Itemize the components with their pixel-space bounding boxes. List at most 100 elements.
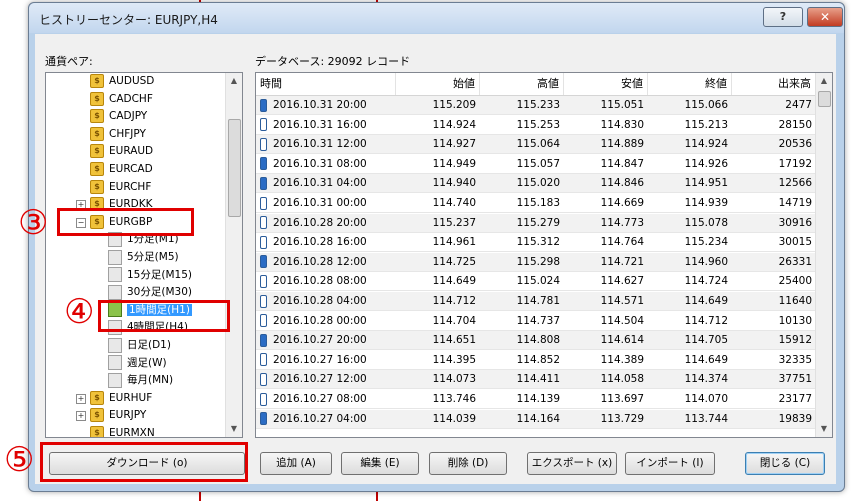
- tree-scroll-thumb[interactable]: [228, 119, 241, 217]
- table-row[interactable]: 2016.10.28 00:00 114.704 114.737 114.504 114…: [256, 312, 816, 331]
- table-row[interactable]: 2016.10.31 20:00 115.209 115.233 115.051 115…: [256, 96, 816, 115]
- tree-symbol-item[interactable]: $ EURMXN: [90, 425, 155, 437]
- tree-timeframe-item[interactable]: 30分足(M30): [108, 284, 192, 301]
- tree-symbol-item[interactable]: $ EURCHF: [90, 179, 151, 196]
- tree-symbol-item[interactable]: $ EURCAD: [90, 161, 153, 178]
- export-button[interactable]: エクスポート (x): [527, 452, 617, 475]
- tree-item-label: 15分足(M15): [127, 268, 192, 281]
- table-row[interactable]: 2016.10.27 12:00 114.073 114.411 114.058 114…: [256, 370, 816, 390]
- table-row[interactable]: 2016.10.28 20:00 115.237 115.279 114.773 115…: [256, 213, 816, 233]
- tree-timeframe-item[interactable]: 週足(W): [108, 355, 167, 372]
- tree-symbol-item[interactable]: $ EURAUD: [90, 143, 153, 160]
- column-header[interactable]: 高値: [480, 73, 564, 95]
- table-row[interactable]: 2016.10.27 08:00 113.746 114.139 113.697 114…: [256, 390, 816, 409]
- value-cell: 20536: [778, 138, 812, 151]
- table-row[interactable]: 2016.10.31 00:00 114.740 115.183 114.669 114…: [256, 194, 816, 213]
- time-cell: 2016.10.27 04:00: [256, 410, 396, 429]
- cell-text: 2016.10.27 04:00: [273, 412, 367, 425]
- tree-timeframe-item[interactable]: 5分足(M5): [108, 249, 179, 266]
- title-bar: ヒストリーセンター: EURJPY,H4 ? ✕: [29, 3, 844, 33]
- tree-symbol-item[interactable]: $ AUDUSD: [90, 73, 154, 90]
- value-cell: 114.627: [600, 275, 644, 288]
- add-button[interactable]: 追加 (A): [260, 452, 332, 475]
- value-cell: 114.924: [432, 118, 476, 131]
- time-cell: 2016.10.27 20:00: [256, 331, 396, 350]
- column-header[interactable]: 出来高: [732, 73, 816, 95]
- value-cell: 115.253: [516, 118, 560, 131]
- highlight-download: [40, 442, 248, 482]
- expand-icon[interactable]: +: [76, 411, 86, 422]
- value-cell: 2477: [785, 99, 812, 111]
- annotation-number-5: ⑤: [4, 440, 35, 480]
- time-cell: 2016.10.31 04:00: [256, 174, 396, 193]
- tree-item-label: CHFJPY: [109, 127, 146, 140]
- table-row[interactable]: 2016.10.27 16:00 114.395 114.852 114.389 114…: [256, 351, 816, 370]
- candle-icon: [260, 333, 267, 347]
- help-button[interactable]: ?: [763, 7, 803, 27]
- tree-timeframe-item[interactable]: 日足(D1): [108, 337, 171, 354]
- cell-text: 2016.10.31 20:00: [273, 99, 367, 111]
- value-cell: 114.411: [516, 373, 560, 386]
- tree-symbol-item[interactable]: $ EURHUF: [90, 390, 152, 407]
- value-cell: 11640: [778, 295, 812, 307]
- close-window-button[interactable]: ✕: [807, 7, 843, 27]
- cell-text: 2016.10.27 12:00: [273, 373, 367, 386]
- currency-coin-icon: $: [90, 74, 104, 88]
- value-cell: 114.889: [600, 138, 644, 151]
- tree-timeframe-item[interactable]: 毎月(MN): [108, 372, 173, 389]
- table-row[interactable]: 2016.10.31 16:00 114.924 115.253 114.830 115…: [256, 116, 816, 135]
- column-header[interactable]: 安値: [564, 73, 648, 95]
- table-row[interactable]: 2016.10.28 04:00 114.712 114.781 114.571 114…: [256, 292, 816, 311]
- tree-symbol-item[interactable]: $ EURJPY: [90, 407, 146, 424]
- table-row[interactable]: 2016.10.31 12:00 114.927 115.064 114.889 114…: [256, 135, 816, 155]
- cell-text: 2016.10.28 08:00: [273, 275, 367, 288]
- value-cell: 23177: [778, 393, 812, 405]
- value-cell: 115.237: [432, 216, 476, 229]
- table-scroll-thumb[interactable]: [818, 91, 831, 107]
- symbol-tree[interactable]: $ AUDUSD $ CADCHF $ CADJPY $ CHFJPY $ EURAUD $ EURC…: [45, 72, 243, 438]
- tree-scrollbar[interactable]: ▲ ▼: [225, 73, 242, 437]
- window-title: ヒストリーセンター: EURJPY,H4: [39, 13, 218, 27]
- table-row[interactable]: 2016.10.28 12:00 114.725 115.298 114.721 114…: [256, 252, 816, 272]
- tree-symbol-item[interactable]: $ CHFJPY: [90, 126, 146, 143]
- column-header[interactable]: 始値: [396, 73, 480, 95]
- table-scrollbar[interactable]: ▲ ▼: [815, 73, 832, 437]
- value-cell: 115.024: [516, 275, 560, 288]
- table-row[interactable]: 2016.10.31 08:00 114.949 115.057 114.847 114…: [256, 155, 816, 174]
- tree-item-label: EURJPY: [109, 409, 147, 422]
- value-cell: 114.571: [600, 295, 644, 307]
- table-row[interactable]: 2016.10.27 20:00 114.651 114.808 114.614 114…: [256, 331, 816, 351]
- scroll-up-icon[interactable]: ▲: [816, 73, 832, 89]
- table-row[interactable]: 2016.10.28 08:00 114.649 115.024 114.627 114…: [256, 272, 816, 292]
- value-cell: 114.058: [600, 373, 644, 386]
- cell-text: 2016.10.31 08:00: [273, 157, 367, 170]
- table-row[interactable]: 2016.10.28 16:00 114.961 115.312 114.764 115…: [256, 233, 816, 253]
- column-header[interactable]: 時間: [256, 73, 396, 95]
- scroll-down-icon[interactable]: ▼: [816, 421, 832, 437]
- expand-icon[interactable]: +: [76, 393, 86, 404]
- table-row[interactable]: 2016.10.27 04:00 114.039 114.164 113.729 113…: [256, 409, 816, 429]
- value-cell: 114.781: [516, 295, 560, 307]
- tree-symbol-item[interactable]: $ CADCHF: [90, 91, 153, 108]
- database-record-label: データベース: 29092 レコード: [255, 55, 411, 68]
- value-cell: 10130: [778, 314, 812, 327]
- tree-timeframe-item[interactable]: 15分足(M15): [108, 267, 192, 284]
- delete-button[interactable]: 削除 (D): [429, 452, 507, 475]
- edit-button[interactable]: 編集 (E): [341, 452, 419, 475]
- close-button[interactable]: 閉じる (C): [745, 452, 825, 475]
- value-cell: 114.389: [600, 353, 644, 366]
- candle-icon: [260, 274, 267, 288]
- import-button[interactable]: インポート (I): [625, 452, 715, 475]
- time-cell: 2016.10.27 12:00: [256, 370, 396, 389]
- tree-symbol-item[interactable]: $ CADJPY: [90, 108, 147, 125]
- table-row[interactable]: 2016.10.31 04:00 114.940 115.020 114.846 114…: [256, 174, 816, 194]
- scroll-up-icon[interactable]: ▲: [226, 73, 242, 89]
- cell-text: 2016.10.31 00:00: [273, 197, 367, 209]
- value-cell: 115.234: [684, 236, 728, 249]
- history-table[interactable]: 時間 始値 高値 安値 終値 出来高 2016.10.31 20:00 115.209 115…: [255, 72, 833, 438]
- column-header[interactable]: 終値: [648, 73, 732, 95]
- scroll-down-icon[interactable]: ▼: [226, 421, 242, 437]
- cell-text: 2016.10.28 16:00: [273, 236, 367, 249]
- history-center-window: ヒストリーセンター: EURJPY,H4 ? ✕ 通貨ペア: データベース: 2…: [28, 2, 845, 492]
- currency-pair-label: 通貨ペア:: [45, 55, 93, 68]
